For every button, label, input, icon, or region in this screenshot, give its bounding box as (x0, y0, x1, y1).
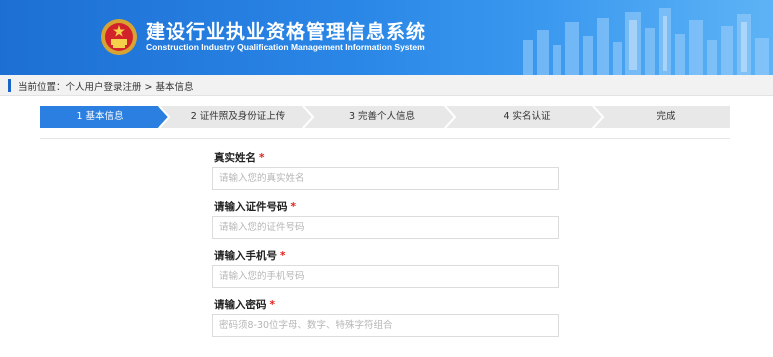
phone-label: 请输入手机号 * (214, 250, 286, 262)
national-emblem-icon (101, 19, 137, 55)
system-title: 建设行业执业资格管理信息系统 (146, 21, 427, 43)
breadcrumb-marker (8, 79, 11, 92)
password-label: 请输入密码 * (214, 299, 276, 311)
city-skyline-graphic (523, 8, 769, 75)
id-number-label: 请输入证件号码 * (214, 201, 297, 213)
breadcrumb: 当前位置：个人用户登录注册 > 基本信息 (18, 82, 194, 93)
site-header: 建设行业执业资格管理信息系统 Construction Industry Qua… (0, 0, 773, 75)
real-name-input[interactable] (212, 167, 559, 190)
real-name-label: 真实姓名 * (214, 152, 265, 164)
required-mark: * (290, 201, 297, 213)
step-basic-info: 1 基本信息 (76, 111, 124, 122)
id-number-input[interactable] (212, 216, 559, 239)
step-photo-upload: 2 证件照及身份证上传 (190, 111, 286, 122)
step-complete: 完成 (656, 111, 676, 122)
required-mark: * (269, 299, 276, 311)
registration-steps: 1 基本信息 2 证件照及身份证上传 3 完善个人信息 4 实名认证 完成 (40, 106, 730, 128)
password-input[interactable] (212, 314, 559, 337)
required-mark: * (259, 152, 265, 164)
required-mark: * (280, 250, 286, 262)
step-personal-info: 3 完善个人信息 (348, 111, 416, 122)
breadcrumb-bar: 当前位置：个人用户登录注册 > 基本信息 (0, 75, 773, 96)
phone-input[interactable] (212, 265, 559, 288)
system-title-english: Construction Industry Qualification Mana… (146, 42, 425, 52)
step-real-name-auth: 4 实名认证 (503, 111, 551, 122)
steps-divider (40, 138, 730, 139)
